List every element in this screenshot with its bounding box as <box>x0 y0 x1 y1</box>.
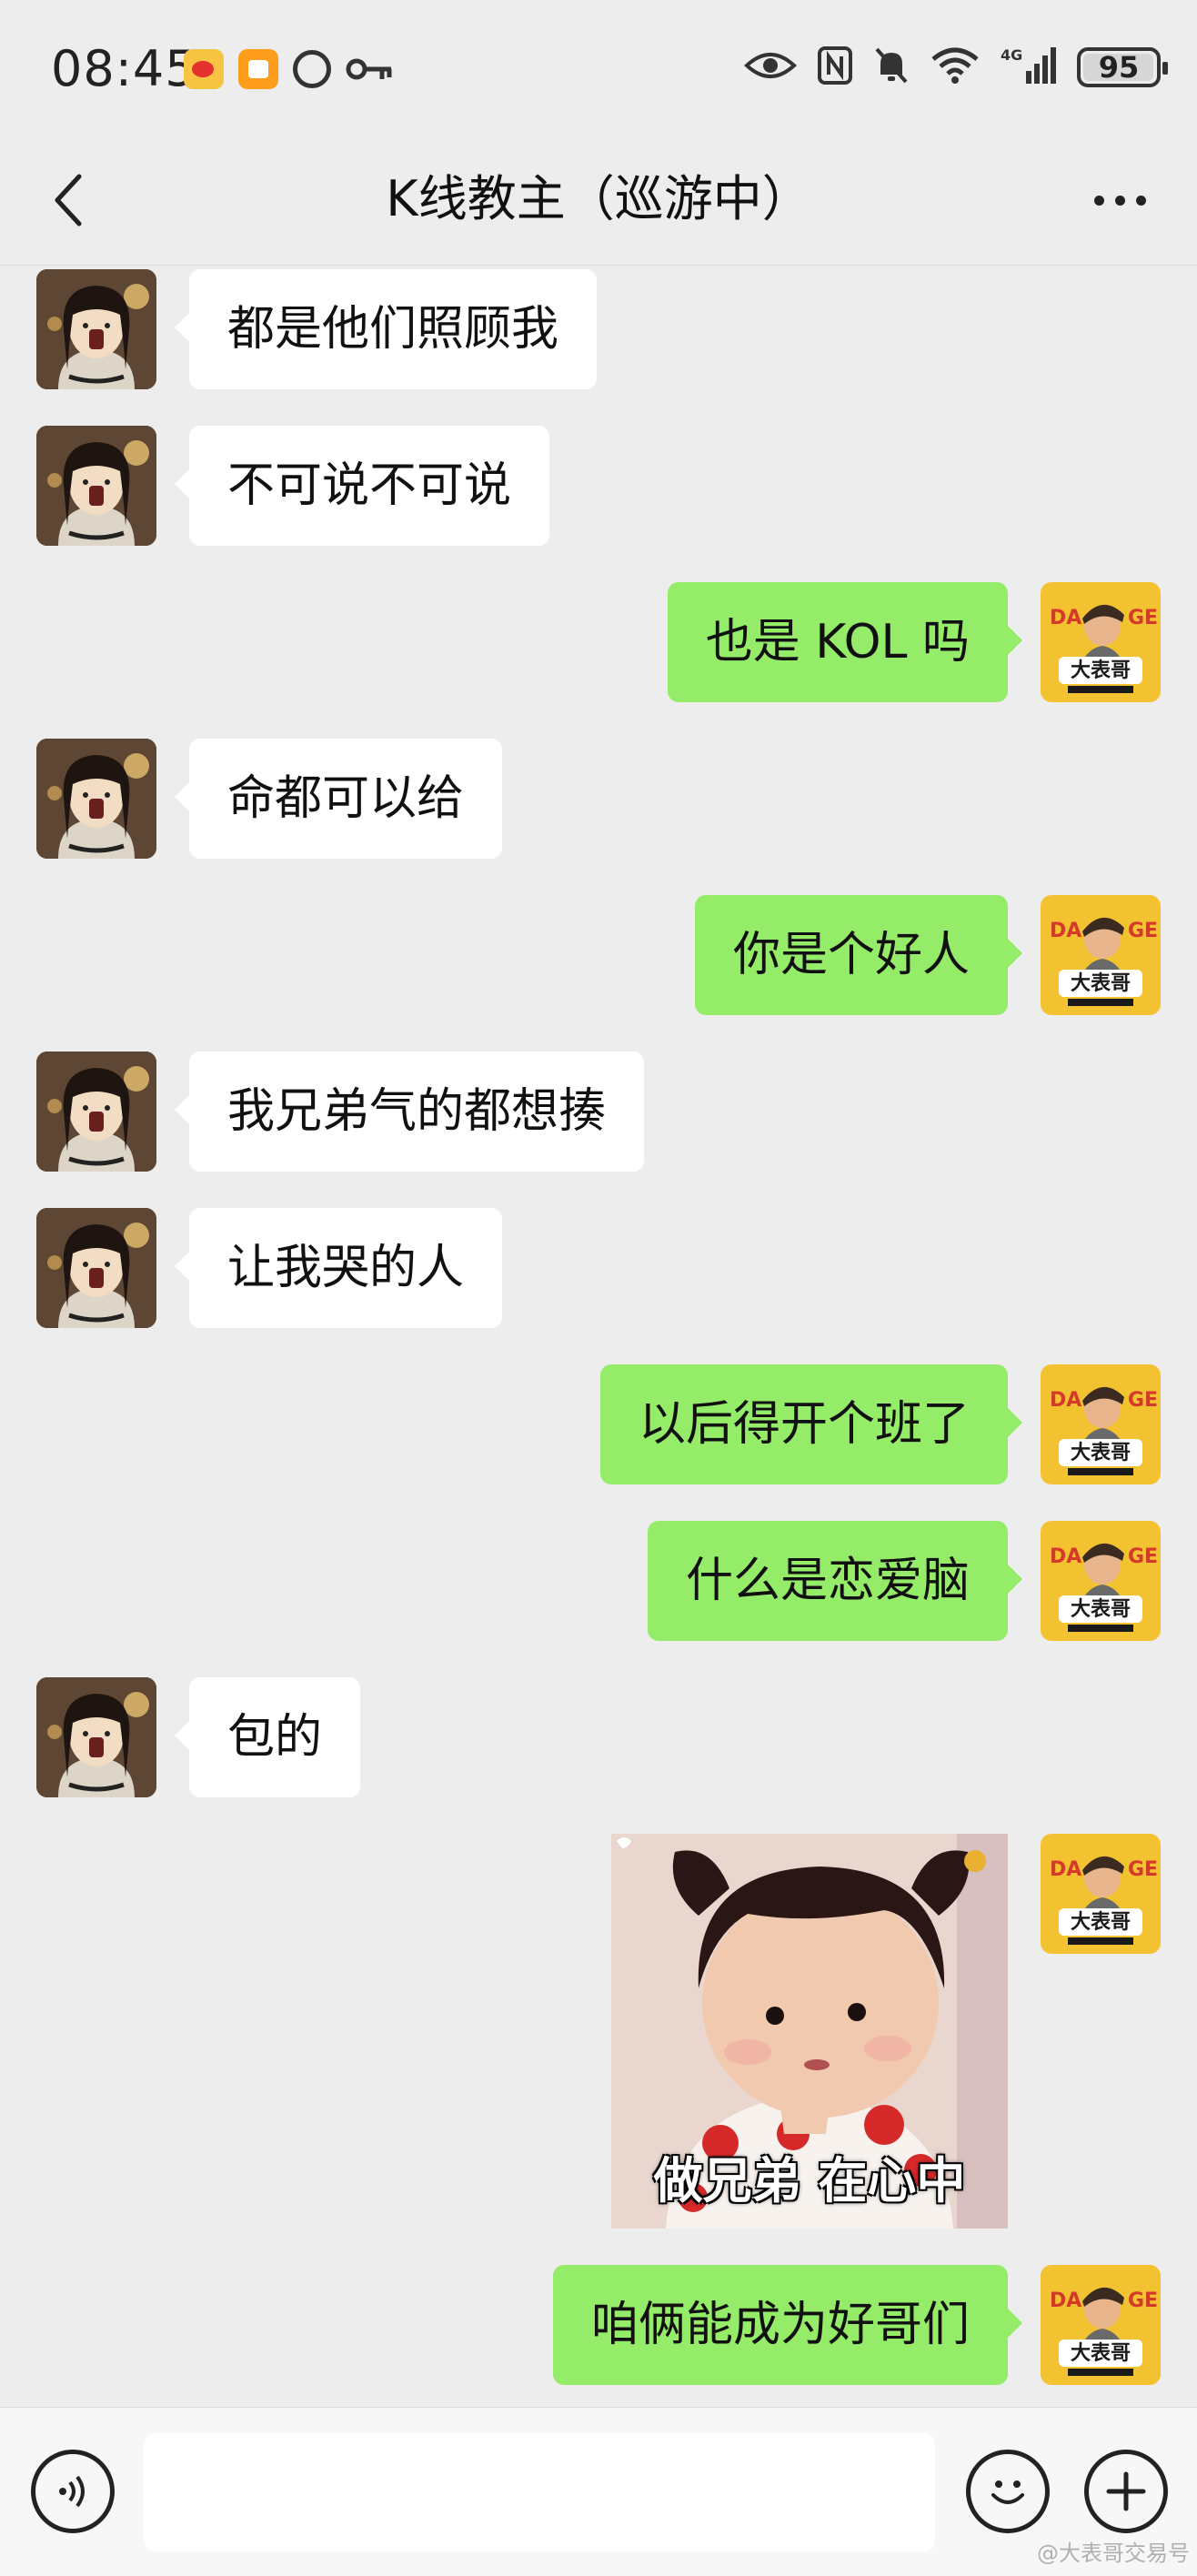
wifi-icon <box>930 46 981 88</box>
self-avatar[interactable] <box>1041 1521 1161 1641</box>
avatar-image <box>1041 2265 1161 2385</box>
avatar-image <box>36 1208 156 1328</box>
battery-icon: 95 <box>1077 47 1168 87</box>
chat-header: K线教主（巡游中） <box>0 136 1197 266</box>
sticker-caption: 做兄弟 在心中 <box>653 2152 966 2209</box>
chat-message-list[interactable]: 都是他们照顾我 不可说不可说 也是 KOL 吗 命都可以给 你是个好人 我兄弟气… <box>0 266 1197 2407</box>
message-bubble[interactable]: 以后得开个班了 <box>599 1364 1023 1484</box>
battery-level: 95 <box>1098 50 1140 85</box>
message-bubble[interactable]: 命都可以给 <box>174 739 503 859</box>
watermark: @大表哥交易号 <box>1037 2541 1190 2566</box>
avatar-image <box>36 269 156 389</box>
avatar-image <box>1041 1521 1161 1641</box>
contact-avatar[interactable] <box>36 1677 156 1797</box>
message-bubble[interactable]: 什么是恋爱脑 <box>647 1521 1023 1641</box>
plus-button[interactable] <box>1084 2450 1168 2533</box>
message-bubble[interactable]: 也是 KOL 吗 <box>667 582 1023 702</box>
self-avatar[interactable] <box>1041 2265 1161 2385</box>
weibo-icon <box>184 49 224 89</box>
message-input[interactable] <box>144 2433 935 2551</box>
emoji-icon <box>991 2480 1024 2504</box>
message-bubble[interactable]: 不可说不可说 <box>174 426 550 546</box>
chat-title: K线教主（巡游中） <box>386 170 811 227</box>
contact-avatar[interactable] <box>36 1208 156 1328</box>
emoji-button[interactable] <box>966 2450 1050 2533</box>
contact-avatar[interactable] <box>36 739 156 859</box>
avatar-image <box>1041 1834 1161 1954</box>
message-bubble[interactable]: 咱俩能成为好哥们 <box>552 2265 1023 2385</box>
sticker-message[interactable]: 做兄弟 在心中 <box>611 1834 1008 2229</box>
key-icon <box>346 55 393 83</box>
orange-app-icon <box>238 49 278 89</box>
contact-avatar[interactable] <box>36 269 156 389</box>
signal-icon: 4G <box>1001 45 1057 89</box>
avatar-image <box>36 739 156 859</box>
voice-button[interactable] <box>31 2450 115 2533</box>
system-icons: 4G 95 <box>744 45 1168 89</box>
more-options-button[interactable] <box>1079 173 1161 227</box>
avatar-image <box>36 1677 156 1797</box>
mute-icon <box>873 45 910 89</box>
avatar-image <box>1041 1364 1161 1484</box>
contact-avatar[interactable] <box>36 1052 156 1172</box>
self-avatar[interactable] <box>1041 582 1161 702</box>
plus-icon <box>1106 2471 1146 2511</box>
status-time: 08:45 <box>51 40 197 97</box>
svg-text:4G: 4G <box>1001 46 1022 64</box>
contact-avatar[interactable] <box>36 426 156 546</box>
self-avatar[interactable] <box>1041 895 1161 1015</box>
input-bar: @大表哥交易号 <box>0 2407 1197 2576</box>
notification-icons <box>184 49 393 89</box>
self-avatar[interactable] <box>1041 1834 1161 1954</box>
avatar-image <box>36 1052 156 1172</box>
status-bar: 08:45 4G 95 <box>0 0 1197 136</box>
eye-icon <box>744 49 797 86</box>
avatar-image <box>1041 582 1161 702</box>
self-avatar[interactable] <box>1041 1364 1161 1484</box>
message-bubble[interactable]: 包的 <box>174 1677 361 1797</box>
circle-app-icon <box>293 50 331 88</box>
message-bubble[interactable]: 都是他们照顾我 <box>174 269 598 389</box>
message-bubble[interactable]: 我兄弟气的都想揍 <box>174 1052 645 1172</box>
avatar-image <box>1041 895 1161 1015</box>
avatar-image <box>36 426 156 546</box>
ellipsis-icon <box>1093 195 1104 206</box>
nfc-icon <box>817 45 853 89</box>
message-bubble[interactable]: 你是个好人 <box>694 895 1023 1015</box>
voice-icon <box>59 2475 85 2508</box>
message-bubble[interactable]: 让我哭的人 <box>174 1208 503 1328</box>
